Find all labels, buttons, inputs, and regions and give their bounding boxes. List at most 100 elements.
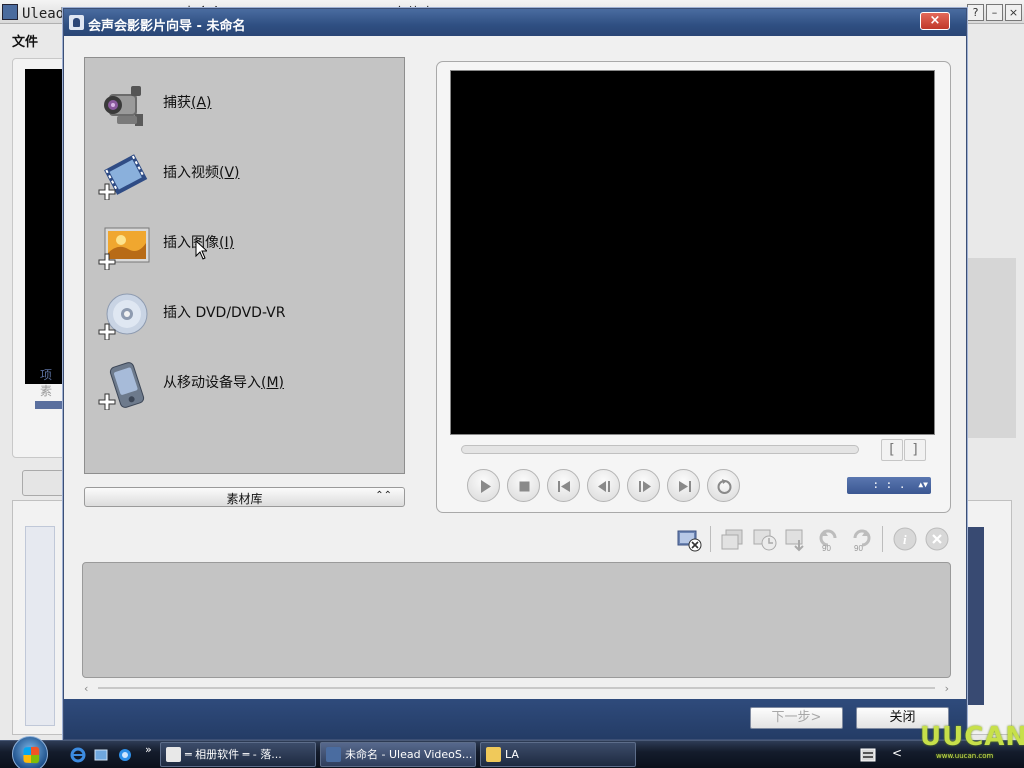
next-step-button[interactable]: 下一步> [750, 707, 843, 729]
menu-file[interactable]: 文件 [12, 31, 38, 50]
insert-image-action[interactable]: 插入图像(I) [95, 218, 395, 274]
library-toggle-bar[interactable]: 素材库 ⌃⌃ [84, 487, 405, 507]
dialog-body: 捕获(A) 插入视频(V) 插入图像(I) 插入 DVD/DVD-VR 从移动设… [64, 36, 966, 699]
timecode-value: : : . [872, 478, 906, 491]
dialog-footer: 下一步> 关闭 [64, 699, 966, 739]
help-button[interactable]: ? [967, 4, 984, 21]
minimize-button[interactable]: – [986, 4, 1003, 21]
play-button[interactable] [467, 469, 500, 502]
insert-image-hotkey: (I) [219, 235, 235, 251]
mark-out-button[interactable]: ] [904, 439, 926, 461]
swap-icon[interactable] [720, 526, 746, 552]
stop-icon [519, 481, 530, 492]
keyboard-layout-icon[interactable] [860, 747, 876, 763]
delete-icon[interactable] [924, 526, 950, 552]
dialog-close-button[interactable]: × [920, 12, 950, 30]
end-button[interactable] [667, 469, 700, 502]
duration-icon[interactable] [752, 526, 778, 552]
taskbar-item-videostudio[interactable]: 未命名 - Ulead VideoS... [320, 742, 476, 767]
insert-video-action[interactable]: 插入视频(V) [95, 148, 395, 204]
capture-action[interactable]: 捕获(A) [95, 78, 395, 134]
add-to-library-icon[interactable] [676, 526, 702, 552]
mouse-cursor-icon [195, 240, 207, 260]
insert-video-label: 插入视频(V) [163, 165, 240, 181]
mobile-device-icon [98, 362, 145, 410]
site-watermark: UUCAN www.uucan.com [920, 722, 1024, 768]
watermark-text: UUCAN [920, 722, 1024, 752]
insert-video-hotkey: (V) [219, 165, 240, 181]
show-desktop-icon[interactable] [93, 747, 109, 763]
film-strip-icon [98, 154, 148, 200]
background-project-label: 项 [40, 368, 53, 382]
insert-dvd-label: 插入 DVD/DVD-VR [163, 305, 286, 321]
capture-hotkey: (A) [191, 95, 212, 111]
insert-dvd-action[interactable]: 插入 DVD/DVD-VR [95, 288, 395, 344]
capture-label: 捕获(A) [163, 95, 212, 111]
rotate-right-angle: 90 [854, 544, 863, 552]
library-label: 素材库 [226, 492, 263, 506]
taskbar-item-label: ═ 相册软件 ═ - 落... [185, 748, 282, 761]
scroll-right-icon[interactable]: › [945, 682, 949, 695]
taskbar-item-photo-album[interactable]: ═ 相册软件 ═ - 落... [160, 742, 316, 767]
next-frame-button[interactable] [627, 469, 660, 502]
document-icon [166, 747, 181, 762]
import-mobile-action[interactable]: 从移动设备导入(M) [95, 358, 395, 414]
camcorder-icon [104, 86, 143, 126]
home-button[interactable] [547, 469, 580, 502]
taskbar: » ═ 相册软件 ═ - 落... 未命名 - Ulead VideoS... … [0, 736, 1024, 768]
skip-to-end-icon [679, 481, 691, 492]
stop-button[interactable] [507, 469, 540, 502]
quicklaunch-more-icon[interactable]: » [145, 743, 152, 756]
toolbar-separator [882, 526, 883, 552]
preview-scrubber[interactable] [461, 445, 859, 454]
scroll-left-icon[interactable]: ‹ [84, 682, 88, 695]
background-project-label-2: 素 [40, 384, 53, 398]
dialog-app-icon [69, 15, 84, 30]
preview-screen [450, 70, 935, 435]
watermark-url: www.uucan.com [936, 752, 994, 760]
info-icon[interactable]: i [892, 526, 918, 552]
rotate-right-icon[interactable]: 90 [848, 526, 874, 552]
start-button[interactable] [12, 736, 48, 768]
double-chevron-up-icon: ⌃⌃ [375, 490, 392, 501]
background-timeline-scrollbar[interactable] [966, 527, 984, 705]
taskbar-item-label: LA [505, 748, 519, 761]
dialog-titlebar[interactable]: 会声会影影片向导 - 未命名 × [64, 9, 966, 36]
svg-text:i: i [903, 532, 907, 547]
tray-expand-icon[interactable]: < [892, 746, 902, 760]
media-action-panel: 捕获(A) 插入视频(V) 插入图像(I) 插入 DVD/DVD-VR 从移动设… [84, 57, 405, 474]
background-timeline-track-header [25, 526, 55, 726]
taskbar-item-label: 未命名 - Ulead VideoS... [345, 748, 473, 761]
play-icon [481, 480, 491, 493]
import-mobile-hotkey: (M) [261, 375, 285, 391]
folder-icon [486, 747, 501, 762]
skip-to-start-icon [558, 481, 570, 492]
movie-wizard-dialog: 会声会影影片向导 - 未命名 × 捕获(A) 插入视频(V) 插入图像(I) 插… [63, 8, 967, 740]
dvd-disc-icon [98, 293, 148, 340]
scroll-track[interactable] [98, 687, 935, 689]
import-mobile-label: 从移动设备导入(M) [163, 375, 285, 391]
mark-in-button[interactable]: [ [881, 439, 903, 461]
timecode-spin-icon[interactable]: ▲▼ [918, 477, 928, 492]
previous-frame-icon [598, 481, 610, 492]
timecode-display[interactable]: : : . ▲▼ [847, 477, 931, 494]
browser-icon[interactable] [117, 747, 133, 763]
taskbar-item-folder[interactable]: LA [480, 742, 636, 767]
rotate-left-icon[interactable]: 90 [816, 526, 842, 552]
rotate-left-angle: 90 [822, 544, 831, 552]
preview-panel: [ ]:: . ▲▼ [436, 61, 951, 513]
app-icon [2, 4, 18, 20]
close-button[interactable]: × [1005, 4, 1022, 21]
media-storyboard[interactable] [82, 562, 951, 678]
background-window-controls: ? – × [967, 4, 1022, 21]
repeat-button[interactable] [707, 469, 740, 502]
videostudio-icon [326, 747, 341, 762]
toolbar-separator [710, 526, 711, 552]
image-icon [98, 227, 150, 270]
internet-explorer-icon[interactable] [70, 747, 86, 763]
background-options-panel [968, 258, 1016, 438]
previous-frame-button[interactable] [587, 469, 620, 502]
export-icon[interactable] [784, 526, 810, 552]
next-frame-icon [639, 481, 651, 492]
storyboard-scrollbar[interactable]: ‹ › [84, 682, 949, 695]
